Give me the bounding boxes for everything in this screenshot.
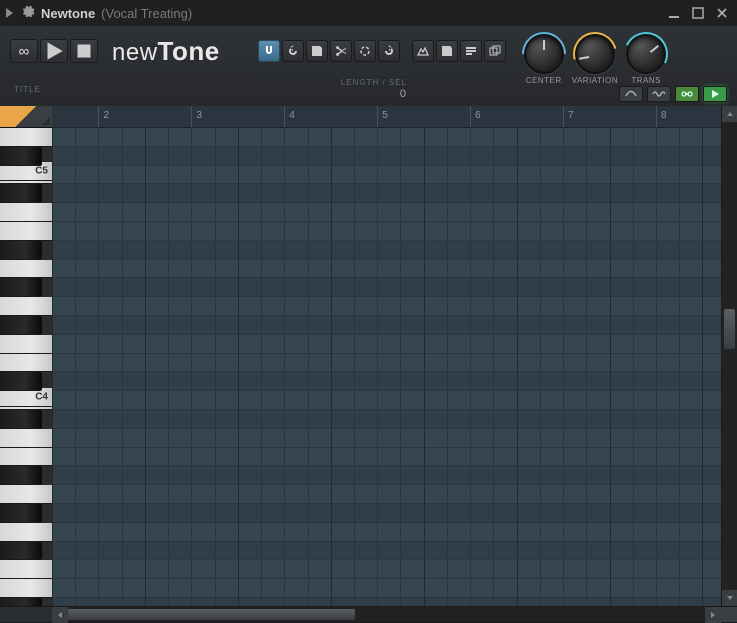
- bar-marker[interactable]: 3: [191, 106, 202, 127]
- white-key[interactable]: [0, 222, 52, 241]
- white-key[interactable]: [0, 128, 52, 147]
- black-key[interactable]: [0, 147, 42, 166]
- note-label: C4: [35, 391, 48, 402]
- send-to-playlist-button[interactable]: [460, 40, 482, 62]
- white-key[interactable]: [0, 579, 52, 598]
- white-key[interactable]: [0, 485, 52, 504]
- bar-marker[interactable]: 7: [563, 106, 574, 127]
- variation-knob-label: VARIATION: [572, 76, 618, 85]
- save-project-button[interactable]: [436, 40, 458, 62]
- bar-marker[interactable]: 2: [98, 106, 109, 127]
- black-key[interactable]: [0, 410, 42, 429]
- note-label: C5: [35, 165, 48, 176]
- trans-knob-unit: TRANS: [626, 34, 666, 85]
- undo-button[interactable]: [282, 40, 304, 62]
- white-key[interactable]: [0, 260, 52, 279]
- info-row: TITLE LENGTH / SEL 0: [14, 78, 407, 100]
- stop-button[interactable]: [70, 39, 98, 63]
- link-mode-button[interactable]: [675, 86, 699, 102]
- white-key[interactable]: [0, 297, 52, 316]
- gear-icon[interactable]: [19, 3, 35, 24]
- black-key[interactable]: [0, 598, 42, 606]
- white-key[interactable]: [0, 354, 52, 373]
- center-knob[interactable]: [524, 34, 564, 74]
- bar-marker[interactable]: 5: [377, 106, 388, 127]
- tool-group-edit: [258, 40, 400, 64]
- hscroll-end: [721, 607, 737, 622]
- black-key[interactable]: [0, 504, 42, 523]
- mode-row: [619, 86, 727, 102]
- variation-knob-unit: VARIATION: [572, 34, 618, 85]
- scroll-right-arrow-icon[interactable]: [705, 607, 721, 623]
- vertical-scrollbar[interactable]: [721, 106, 737, 606]
- app-title: Newtone: [41, 6, 95, 21]
- trans-knob-label: TRANS: [631, 76, 661, 85]
- tool-group-io: [412, 40, 506, 64]
- redo-button[interactable]: [378, 40, 400, 62]
- cut-scissors-button[interactable]: [330, 40, 352, 62]
- scroll-left-arrow-icon[interactable]: [52, 607, 68, 623]
- play-button[interactable]: [40, 39, 68, 63]
- black-key[interactable]: [0, 466, 42, 485]
- white-key[interactable]: [0, 429, 52, 448]
- black-key[interactable]: [0, 241, 42, 260]
- black-key[interactable]: [0, 372, 42, 391]
- white-key[interactable]: [0, 335, 52, 354]
- hscroll-thumb[interactable]: [68, 609, 355, 620]
- length-label: LENGTH / SEL: [341, 78, 407, 87]
- center-knob-unit: CENTER: [524, 34, 564, 85]
- length-display: LENGTH / SEL 0: [341, 78, 407, 100]
- magnet-snap-button[interactable]: [258, 40, 280, 62]
- loop-select-button[interactable]: [354, 40, 376, 62]
- trans-knob[interactable]: [626, 34, 666, 74]
- black-key[interactable]: [0, 184, 42, 203]
- variation-knob[interactable]: [575, 34, 615, 74]
- hscroll-corner: [0, 607, 52, 622]
- piano-corner[interactable]: [0, 106, 52, 128]
- grid-area: 2 3 4 5 6 7 8: [52, 106, 721, 606]
- bar-marker[interactable]: 8: [656, 106, 667, 127]
- piano-keyboard[interactable]: C5C4C3: [0, 128, 52, 606]
- minimize-button[interactable]: [665, 4, 683, 22]
- vscroll-thumb[interactable]: [724, 309, 735, 349]
- newtone-window: Newtone (Vocal Treating) ∞ newTone: [0, 0, 737, 622]
- piano-column: C5C4C3: [0, 106, 52, 606]
- knob-section: CENTER VARIATION TRANS: [524, 34, 666, 85]
- length-value: 0: [400, 88, 407, 100]
- live-play-button[interactable]: [703, 86, 727, 102]
- white-key[interactable]: [0, 448, 52, 467]
- vscroll-track[interactable]: [722, 122, 737, 590]
- bar-marker[interactable]: 6: [470, 106, 481, 127]
- title-label: TITLE: [14, 85, 41, 94]
- drag-copy-button[interactable]: [484, 40, 506, 62]
- black-key[interactable]: [0, 278, 42, 297]
- center-knob-label: CENTER: [526, 76, 562, 85]
- close-button[interactable]: [713, 4, 731, 22]
- loop-button[interactable]: ∞: [10, 39, 38, 63]
- newtone-logo: newTone: [112, 36, 220, 67]
- white-key[interactable]: [0, 203, 52, 222]
- black-key[interactable]: [0, 542, 42, 561]
- scroll-down-arrow-icon[interactable]: [722, 590, 737, 606]
- collapse-triangle-icon[interactable]: [6, 8, 13, 18]
- vibrato-mode-button[interactable]: [647, 86, 671, 102]
- disk-save-button[interactable]: [306, 40, 328, 62]
- maximize-button[interactable]: [689, 4, 707, 22]
- white-key[interactable]: [0, 560, 52, 579]
- scroll-up-arrow-icon[interactable]: [722, 106, 737, 122]
- black-key[interactable]: [0, 316, 42, 335]
- timeline-ruler[interactable]: 2 3 4 5 6 7 8: [52, 106, 721, 128]
- transport-controls: ∞: [10, 38, 98, 64]
- slip-button[interactable]: [412, 40, 434, 62]
- hscroll-track[interactable]: [68, 607, 705, 622]
- titlebar: Newtone (Vocal Treating): [0, 0, 737, 26]
- white-key[interactable]: [0, 523, 52, 542]
- note-grid[interactable]: [52, 128, 721, 606]
- bar-marker[interactable]: 4: [284, 106, 295, 127]
- project-name: (Vocal Treating): [101, 6, 192, 21]
- legato-mode-button[interactable]: [619, 86, 643, 102]
- editor-area: C5C4C3 2345678: [0, 106, 737, 606]
- toolbar: ∞ newTone CENTER: [0, 26, 737, 106]
- horizontal-scrollbar[interactable]: [0, 606, 737, 622]
